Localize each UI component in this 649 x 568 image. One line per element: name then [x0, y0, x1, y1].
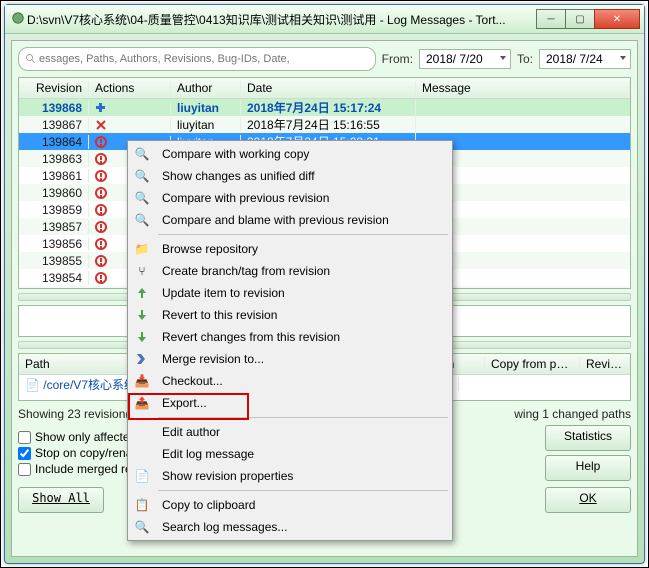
ok-button[interactable]: OK: [545, 487, 631, 513]
chk-stop-on-copy[interactable]: Stop on copy/rena: [18, 446, 132, 460]
separator: [158, 234, 448, 235]
show-all-button[interactable]: Show All: [18, 487, 104, 513]
window: D:\svn\V7核心系统\04-质量管控\0413知识库\测试相关知识\测试用…: [4, 4, 645, 564]
minimize-button[interactable]: ─: [536, 9, 566, 29]
ctx-compare-prev[interactable]: 🔍Compare with previous revision: [130, 187, 450, 209]
update-icon: [130, 286, 154, 300]
ctx-show-props[interactable]: 📄Show revision properties: [130, 465, 450, 487]
ctx-compare-wc[interactable]: 🔍Compare with working copy: [130, 143, 450, 165]
ctx-blame-prev[interactable]: 🔍Compare and blame with previous revisio…: [130, 209, 450, 231]
close-button[interactable]: ✕: [594, 9, 640, 29]
revert-icon: [130, 330, 154, 344]
col-date[interactable]: Date: [241, 81, 416, 95]
col-revision-p[interactable]: Revisio: [580, 357, 630, 371]
context-menu: 🔍Compare with working copy 🔍Show changes…: [127, 140, 453, 541]
merge-icon: [130, 352, 154, 366]
ctx-branch[interactable]: ⑂Create branch/tag from revision: [130, 260, 450, 282]
from-label: From:: [382, 52, 413, 66]
diff-icon: 🔍: [130, 213, 154, 227]
chk-affected[interactable]: Show only affecte: [18, 430, 132, 444]
to-label: To:: [517, 52, 533, 66]
branch-icon: ⑂: [130, 264, 154, 278]
ctx-unified-diff[interactable]: 🔍Show changes as unified diff: [130, 165, 450, 187]
repo-icon: 📁: [130, 242, 154, 256]
search-icon: 🔍: [130, 520, 154, 534]
ctx-checkout[interactable]: 📥Checkout...: [130, 370, 450, 392]
status-revisions: Showing 23 revision(s): [18, 407, 139, 421]
diff-icon: 🔍: [130, 169, 154, 183]
table-row[interactable]: 139867liuyitan2018年7月24日 15:16:55: [19, 116, 630, 133]
checkout-icon: 📥: [130, 374, 154, 388]
table-row[interactable]: 139868liuyitan2018年7月24日 15:17:24: [19, 99, 630, 116]
props-icon: 📄: [130, 469, 154, 483]
from-date[interactable]: 2018/ 7/20: [419, 49, 511, 69]
export-icon: 📤: [130, 396, 154, 410]
search-input[interactable]: [37, 52, 369, 66]
filter-bar: From: 2018/ 7/20 To: 2018/ 7/24: [12, 41, 637, 77]
col-revision[interactable]: Revision: [19, 81, 89, 95]
path-text: /core/V7核心系统: [43, 378, 136, 392]
diff-icon: 🔍: [130, 191, 154, 205]
ctx-export[interactable]: 📤Export...: [130, 392, 450, 414]
col-actions[interactable]: Actions: [89, 81, 171, 95]
col-message[interactable]: Message: [416, 81, 630, 95]
ctx-edit-log[interactable]: Edit log message: [130, 443, 450, 465]
help-button[interactable]: Help: [545, 455, 631, 481]
window-title: D:\svn\V7核心系统\04-质量管控\0413知识库\测试相关知识\测试用…: [9, 11, 537, 28]
copy-icon: 📋: [130, 498, 154, 512]
chk-include-merged[interactable]: Include merged re: [18, 462, 132, 476]
grid-header: Revision Actions Author Date Message: [19, 78, 630, 99]
col-path[interactable]: Path: [19, 357, 139, 371]
maximize-button[interactable]: ▢: [565, 9, 595, 29]
search-field[interactable]: [18, 47, 376, 71]
status-changed: wing 1 changed paths: [514, 407, 631, 421]
revert-icon: [130, 308, 154, 322]
titlebar: D:\svn\V7核心系统\04-质量管控\0413知识库\测试相关知识\测试用…: [5, 5, 644, 34]
ctx-update[interactable]: Update item to revision: [130, 282, 450, 304]
ctx-revert-to[interactable]: Revert to this revision: [130, 304, 450, 326]
doc-icon: 📄: [25, 378, 40, 392]
diff-icon: 🔍: [130, 147, 154, 161]
ctx-browse[interactable]: 📁Browse repository: [130, 238, 450, 260]
ctx-merge[interactable]: Merge revision to...: [130, 348, 450, 370]
to-date[interactable]: 2018/ 7/24: [539, 49, 631, 69]
separator: [158, 417, 448, 418]
search-icon: [25, 53, 37, 65]
ctx-edit-author[interactable]: Edit author: [130, 421, 450, 443]
statistics-button[interactable]: Statistics: [545, 425, 631, 451]
separator: [158, 490, 448, 491]
ctx-revert-from[interactable]: Revert changes from this revision: [130, 326, 450, 348]
col-copy-from[interactable]: Copy from path: [485, 357, 580, 371]
app-icon: [11, 11, 25, 25]
col-author[interactable]: Author: [171, 81, 241, 95]
ctx-copy-clipboard[interactable]: 📋Copy to clipboard: [130, 494, 450, 516]
ctx-search-log[interactable]: 🔍Search log messages...: [130, 516, 450, 538]
